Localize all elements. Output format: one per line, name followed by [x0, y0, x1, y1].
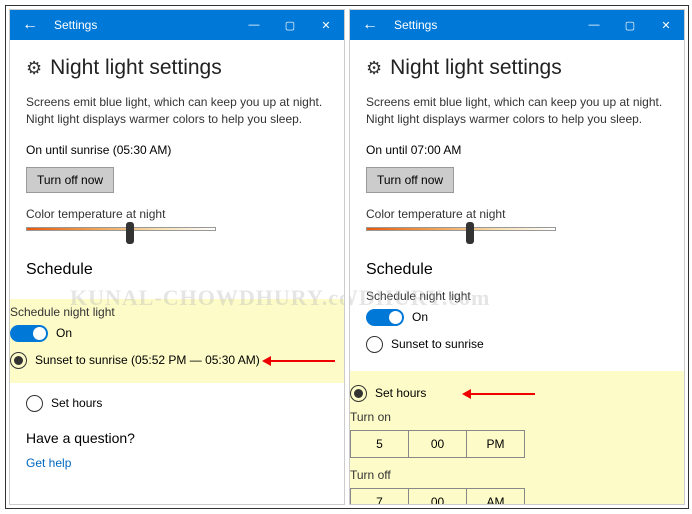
toggle-state: On	[412, 310, 428, 324]
minute-cell[interactable]: 00	[409, 489, 467, 505]
radio-label: Sunset to sunrise	[391, 337, 484, 351]
maximize-button[interactable]: ▢	[272, 10, 308, 40]
toggle-state: On	[56, 326, 72, 340]
description-text: Screens emit blue light, which can keep …	[26, 94, 328, 129]
radio-label: Sunset to sunrise (05:52 PM — 05:30 AM)	[35, 353, 260, 367]
titlebar: ← Settings — ▢ ✕	[10, 10, 344, 40]
turn-on-label: Turn on	[350, 410, 684, 424]
get-help-link[interactable]: Get help	[26, 456, 71, 470]
color-temp-slider[interactable]	[26, 227, 216, 241]
annotation-arrow	[265, 360, 335, 362]
radio-set-hours[interactable]: Set hours	[26, 395, 328, 412]
back-button[interactable]: ←	[350, 10, 390, 40]
radio-label: Set hours	[375, 386, 426, 400]
minute-cell[interactable]: 00	[409, 431, 467, 457]
turn-off-time[interactable]: 7 00 AM	[350, 488, 525, 505]
minimize-button[interactable]: —	[236, 10, 272, 40]
turn-off-button[interactable]: Turn off now	[366, 167, 454, 193]
description-text: Screens emit blue light, which can keep …	[366, 94, 668, 129]
maximize-button[interactable]: ▢	[612, 10, 648, 40]
schedule-toggle[interactable]	[10, 325, 48, 342]
schedule-toggle-label: Schedule night light	[10, 305, 344, 319]
page-title: Night light settings	[50, 56, 222, 80]
turn-on-time[interactable]: 5 00 PM	[350, 430, 525, 458]
window-title: Settings	[390, 18, 576, 32]
schedule-heading: Schedule	[366, 261, 668, 279]
settings-window-right: ← Settings — ▢ ✕ ⚙ Night light settings …	[349, 9, 685, 505]
ampm-cell[interactable]: AM	[467, 489, 524, 505]
schedule-toggle[interactable]	[366, 309, 404, 326]
window-title: Settings	[50, 18, 236, 32]
radio-sunset-sunrise[interactable]: Sunset to sunrise	[366, 336, 668, 353]
gear-icon: ⚙	[26, 58, 42, 79]
hour-cell[interactable]: 5	[351, 431, 409, 457]
hour-cell[interactable]: 7	[351, 489, 409, 505]
question-heading: Have a question?	[26, 430, 328, 446]
status-text: On until sunrise (05:30 AM)	[26, 143, 328, 157]
color-temp-label: Color temperature at night	[26, 207, 328, 221]
color-temp-slider[interactable]	[366, 227, 556, 241]
close-button[interactable]: ✕	[648, 10, 684, 40]
radio-icon	[10, 352, 27, 369]
color-temp-label: Color temperature at night	[366, 207, 668, 221]
radio-set-hours[interactable]: Set hours	[350, 385, 684, 402]
gear-icon: ⚙	[366, 58, 382, 79]
radio-icon	[26, 395, 43, 412]
turn-off-button[interactable]: Turn off now	[26, 167, 114, 193]
back-button[interactable]: ←	[10, 10, 50, 40]
close-button[interactable]: ✕	[308, 10, 344, 40]
radio-icon	[366, 336, 383, 353]
schedule-heading: Schedule	[26, 261, 328, 279]
radio-sunset-sunrise[interactable]: Sunset to sunrise (05:52 PM — 05:30 AM)	[10, 352, 344, 369]
titlebar: ← Settings — ▢ ✕	[350, 10, 684, 40]
turn-off-label: Turn off	[350, 468, 684, 482]
annotation-arrow	[465, 393, 535, 395]
radio-label: Set hours	[51, 396, 102, 410]
ampm-cell[interactable]: PM	[467, 431, 524, 457]
settings-window-left: ← Settings — ▢ ✕ ⚙ Night light settings …	[9, 9, 345, 505]
radio-icon	[350, 385, 367, 402]
minimize-button[interactable]: —	[576, 10, 612, 40]
schedule-toggle-label: Schedule night light	[366, 289, 668, 303]
page-title: Night light settings	[390, 56, 562, 80]
status-text: On until 07:00 AM	[366, 143, 668, 157]
